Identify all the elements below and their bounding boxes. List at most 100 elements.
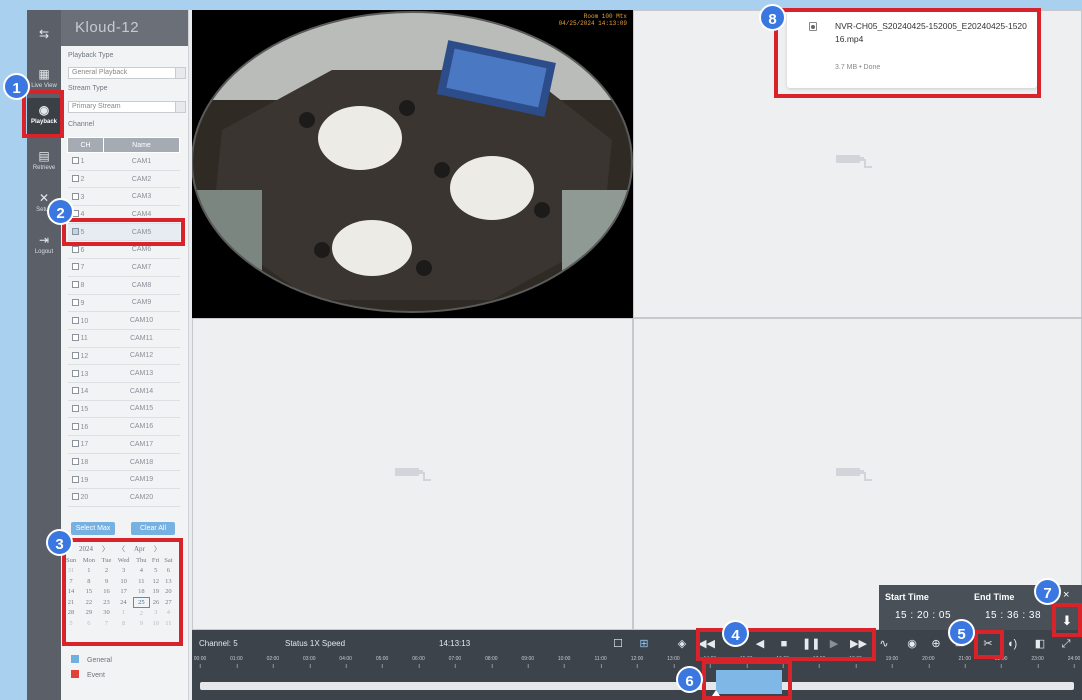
channel-checkbox[interactable] [71,493,79,501]
timeline-tick-label: 04:00 [339,656,352,668]
timeline-tick-label: 01:00 [230,656,243,668]
zoom-icon[interactable]: ⊕ [928,636,944,652]
stream-type-label: Stream Type [68,85,108,92]
channel-row[interactable]: 8 CAM8 [67,276,180,295]
channel-checkbox[interactable] [71,334,79,342]
channel-checkbox[interactable] [71,422,79,430]
step-badge-1: 1 [3,73,30,100]
channel-checkbox[interactable] [71,281,79,289]
retrieve-icon: ▤ [38,149,50,163]
channel-row[interactable]: 12 CAM12 [67,347,180,366]
channel-row[interactable]: 19 CAM19 [67,470,180,490]
close-icon[interactable]: × [1063,589,1069,601]
waveform-icon[interactable]: ∿ [876,636,892,652]
nav-retrieve[interactable]: ▤ Retrieve [27,144,61,184]
eye-icon[interactable]: ◉ [904,636,920,652]
nav-label: Live View [31,83,57,89]
channel-checkbox[interactable] [71,387,79,395]
channel-checkbox[interactable] [71,245,79,253]
sync-icon[interactable]: ◈ [674,636,690,652]
channel-name: CAM11 [103,329,180,348]
quad-view-icon[interactable]: ⊞ [636,636,652,652]
channel-number: 18 [80,459,89,467]
menu-toggle[interactable]: ⇆ [27,22,61,44]
channel-number: 12 [80,352,89,360]
clear-all-button[interactable]: Clear All [131,522,175,535]
channel-number-cell: 8 [67,276,104,295]
fullscreen-icon[interactable]: ⤢ [1058,636,1074,652]
channel-row[interactable]: 16 CAM16 [67,417,180,436]
highlight-download-notification [774,8,1041,98]
stream-type-select[interactable]: Primary Stream [68,101,186,113]
channel-checkbox[interactable] [71,369,79,377]
column-header-name: Name [103,137,180,153]
channel-name: CAM20 [103,488,180,507]
end-time-value[interactable]: 15 : 36 : 38 [985,610,1041,621]
single-view-icon[interactable]: ☐ [610,636,626,652]
highlight-channel-5 [62,218,185,246]
channel-checkbox[interactable] [71,458,79,466]
channel-row[interactable]: 15 CAM15 [67,400,180,419]
channel-row[interactable]: 11 CAM11 [67,329,180,348]
channel-row[interactable]: 18 CAM18 [67,453,180,472]
end-time-label: End Time [974,592,1015,602]
channel-name: CAM3 [103,187,180,207]
channel-row[interactable]: 3 CAM3 [67,187,180,207]
status-info: Status 1X Speed [285,639,346,648]
channel-row[interactable]: 9 CAM9 [67,294,180,313]
highlight-playback [22,90,64,138]
start-time-value[interactable]: 15 : 20 : 05 [895,610,951,621]
video-tile-3[interactable] [192,318,633,630]
select-max-button[interactable]: Select Max [71,522,115,535]
channel-checkbox[interactable] [71,175,79,183]
playback-type-value: General Playback [72,69,128,76]
step-badge-5: 5 [948,619,975,646]
step-badge-8: 8 [759,4,786,31]
channel-checkbox[interactable] [71,404,79,412]
channel-checkbox[interactable] [71,263,79,271]
channel-number-cell: 14 [67,382,104,401]
timeline-tick-label: 03:00 [302,656,316,668]
channel-checkbox[interactable] [71,316,79,324]
channel-row[interactable]: 17 CAM17 [67,435,180,454]
channel-number: 6 [80,246,85,254]
channel-row[interactable]: 2 CAM2 [67,170,180,189]
start-time-label: Start Time [885,592,929,602]
channel-checkbox[interactable] [71,440,79,448]
channel-number: 7 [80,264,85,272]
channel-row[interactable]: 13 CAM13 [67,364,180,383]
layout-icon[interactable]: ◧ [1032,636,1048,652]
channel-row[interactable]: 20 CAM20 [67,488,180,507]
legend-label: Event [87,672,105,679]
channel-name: CAM10 [103,311,180,330]
highlight-calendar [62,538,183,646]
channel-row[interactable]: 1 CAM1 [67,152,180,171]
channel-row[interactable]: 7 CAM7 [67,258,180,277]
channel-checkbox[interactable] [71,298,79,306]
playback-control-bar: Channel: 5 Status 1X Speed 14:13:13 ☐ ⊞ … [192,630,1082,700]
video-tile-4[interactable] [633,318,1082,630]
channel-name: CAM13 [103,364,180,383]
video-tile-1[interactable]: Room 100 Mtx 04/25/2024 14:13:09 [191,10,633,318]
playback-type-select[interactable]: General Playback [68,67,186,79]
channel-row[interactable]: 14 CAM14 [67,382,180,401]
volume-icon[interactable]: ◖) [1004,636,1020,652]
timeline-tick-label: 06:00 [412,656,425,668]
channel-number-cell: 12 [67,347,104,366]
channel-row[interactable]: 10 CAM10 [67,311,180,330]
nvr-app: ⇆ ▦ Live View ◉ Playback ▤ Retrieve ✕ Se… [27,10,1082,700]
timeline-tick-label: 13:00 [667,656,680,668]
channel-checkbox[interactable] [71,192,79,200]
channel-checkbox[interactable] [71,351,79,359]
step-badge-2: 2 [47,198,74,225]
channel-checkbox[interactable] [71,157,79,165]
brand-logo: Kloud-12 [61,10,188,46]
timeline-track[interactable] [200,682,1074,690]
nav-label: Logout [34,249,54,255]
channel-number: 19 [80,476,89,484]
channel-name: CAM19 [103,470,180,490]
nav-logout[interactable]: ⇥ Logout [27,228,61,268]
channel-checkbox[interactable] [71,475,79,483]
channel-number-cell: 13 [67,364,104,383]
channel-number: 8 [80,282,85,290]
